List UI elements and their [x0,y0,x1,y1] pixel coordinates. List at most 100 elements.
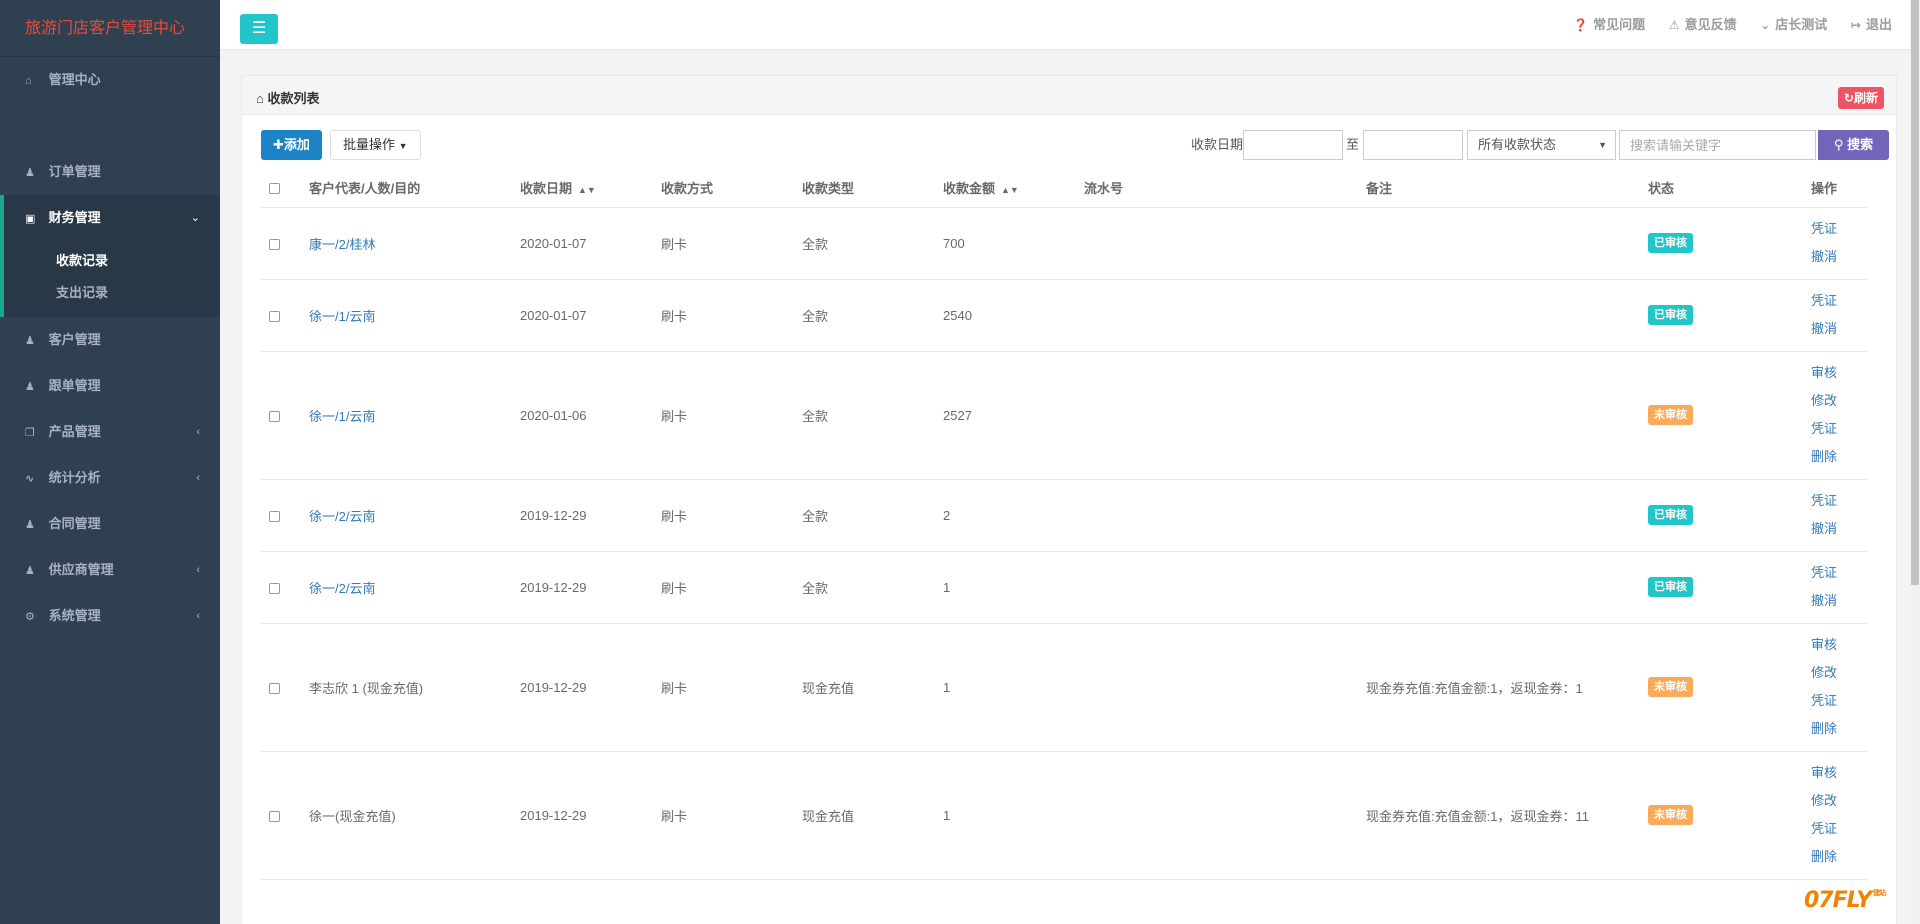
user-icon: ♟ [25,519,35,531]
customer-link[interactable]: 康一/2/桂林 [309,237,375,252]
col-header-amount[interactable]: 收款金额 ▲▼ [943,169,1084,208]
cell-customer: 徐一(现金充值) [309,751,520,880]
cell-customer: 徐一/2/云南 [309,551,520,624]
sidebar-item-label: 财务管理 [48,210,101,225]
select-all-checkbox[interactable] [269,183,280,195]
sidebar-subitem-receipts[interactable]: 收款记录 [4,245,220,277]
plus-icon: ✚ [273,137,284,152]
cell-note: 现金券充值:充值金额:1，返现金券：1 [1366,623,1648,752]
sidebar-item-label: 管理中心 [48,72,101,87]
sidebar-item-statistics[interactable]: ∿ 统计分析 ‹ [0,455,220,501]
op-link[interactable]: 修改 [1811,659,1867,687]
op-link[interactable]: 修改 [1811,387,1867,415]
status-badge: 已审核 [1648,505,1693,525]
customer-link[interactable]: 徐一/1/云南 [309,309,375,324]
menu-toggle-button[interactable]: ☰ [240,14,278,44]
table-row: 徐一(现金充值) 2019-12-29 刷卡 现金充值 1 现金券充值:充值金额:1，返现… [261,751,1867,880]
chevron-left-icon: ‹ [196,564,200,576]
op-link[interactable]: 凭证 [1811,815,1867,843]
col-header-date[interactable]: 收款日期 ▲▼ [520,169,661,208]
sidebar-item-products[interactable]: ❐ 产品管理 ‹ [0,409,220,455]
cell-method: 刷卡 [661,279,802,352]
feedback-link[interactable]: ⚠ 意见反馈 [1669,17,1737,32]
op-link[interactable]: 修改 [1811,787,1867,815]
faq-link[interactable]: ❓ 常见问题 [1573,17,1645,32]
refresh-icon: ↻ [1843,91,1854,105]
sidebar-item-customers[interactable]: ♟ 客户管理 [0,317,220,363]
status-filter-select[interactable]: 所有收款状态 ▼ [1467,130,1616,160]
top-links: ❓ 常见问题 ⚠ 意见反馈 ⌄ 店长测试 ↦ 退出 [1553,0,1892,50]
sidebar-item-finance[interactable]: ▣ 财务管理 ⌄ [0,195,220,241]
customer-link[interactable]: 徐一/2/云南 [309,581,375,596]
status-badge: 未审核 [1648,677,1693,697]
panel-title-text: 收款列表 [267,91,320,106]
caret-down-icon: ▼ [1598,140,1607,150]
cell-serial [1084,751,1366,880]
refresh-button[interactable]: ↻刷新 [1837,87,1884,109]
cell-status: 已审核 [1648,551,1811,624]
customer-link[interactable]: 徐一/1/云南 [309,409,375,424]
cell-amount: 2 [943,479,1084,552]
sidebar-item-dashboard[interactable]: ⌂ 管理中心 [0,57,220,103]
op-link[interactable]: 凭证 [1811,415,1867,443]
row-checkbox[interactable] [269,682,280,694]
op-link[interactable]: 审核 [1811,359,1867,387]
row-checkbox[interactable] [269,582,280,594]
status-select-value: 所有收款状态 [1478,137,1557,152]
op-link[interactable]: 审核 [1811,631,1867,659]
op-link[interactable]: 审核 [1811,759,1867,787]
scrollbar-thumb[interactable] [1911,0,1919,585]
search-icon: ⚲ [1833,137,1848,152]
op-link[interactable]: 删除 [1811,715,1867,743]
sidebar-item-followup[interactable]: ♟ 跟单管理 [0,363,220,409]
op-link[interactable]: 删除 [1811,843,1867,871]
op-link[interactable]: 撤消 [1811,587,1867,615]
table-row: 徐一/1/云南 2020-01-06 刷卡 全款 2527 未审核 审核 修改 凭证 删除 [261,351,1867,480]
cube-icon: ❐ [25,427,35,439]
table-row: 徐一/2/云南 2019-12-29 刷卡 全款 1 已审核 凭证 撤消 [261,551,1867,624]
date-filter-label: 收款日期 [1191,137,1244,152]
sidebar-item-contracts[interactable]: ♟ 合同管理 [0,501,220,547]
op-link[interactable]: 凭证 [1811,487,1867,515]
op-link[interactable]: 撤消 [1811,243,1867,271]
cell-status: 未审核 [1648,623,1811,752]
cell-date: 2020-01-07 [520,207,661,280]
page-scrollbar[interactable] [1910,0,1920,924]
op-link[interactable]: 撤消 [1811,315,1867,343]
cell-status: 已审核 [1648,479,1811,552]
sidebar-item-system[interactable]: ⚙ 系统管理 ‹ [0,593,220,639]
op-link[interactable]: 撤消 [1811,515,1867,543]
status-badge: 已审核 [1648,577,1693,597]
logout-link[interactable]: ↦ 退出 [1851,17,1892,32]
op-link[interactable]: 凭证 [1811,215,1867,243]
op-link[interactable]: 凭证 [1811,287,1867,315]
search-button[interactable]: ⚲ 搜索 [1818,130,1889,160]
search-input[interactable] [1619,130,1816,160]
customer-link[interactable]: 徐一/2/云南 [309,509,375,524]
batch-actions-button[interactable]: 批量操作 ▼ [330,130,421,160]
date-end-input[interactable] [1363,130,1463,160]
date-start-input[interactable] [1243,130,1343,160]
cell-type: 全款 [802,479,943,552]
op-link[interactable]: 凭证 [1811,559,1867,587]
sidebar-item-orders[interactable]: ♟ 订单管理 [0,149,220,195]
sidebar-subitem-expenses[interactable]: 支出记录 [4,277,220,309]
cell-serial [1084,351,1366,480]
row-checkbox[interactable] [269,410,280,422]
row-checkbox[interactable] [269,510,280,522]
add-button[interactable]: ✚添加 [261,130,322,160]
cell-amount: 2540 [943,279,1084,352]
row-checkbox[interactable] [269,238,280,250]
row-checkbox[interactable] [269,310,280,322]
user-menu-link[interactable]: ⌄ 店长测试 [1760,17,1827,32]
sidebar-item-label: 统计分析 [48,470,101,485]
cell-ops: 凭证 撤消 [1811,207,1867,280]
op-link[interactable]: 凭证 [1811,687,1867,715]
cell-note [1366,279,1648,352]
row-checkbox[interactable] [269,810,280,822]
cell-ops: 凭证 撤消 [1811,551,1867,624]
op-link[interactable]: 删除 [1811,443,1867,471]
cogs-icon: ⚙ [25,611,35,623]
sidebar-item-suppliers[interactable]: ♟ 供应商管理 ‹ [0,547,220,593]
cell-customer: 徐一/1/云南 [309,351,520,480]
